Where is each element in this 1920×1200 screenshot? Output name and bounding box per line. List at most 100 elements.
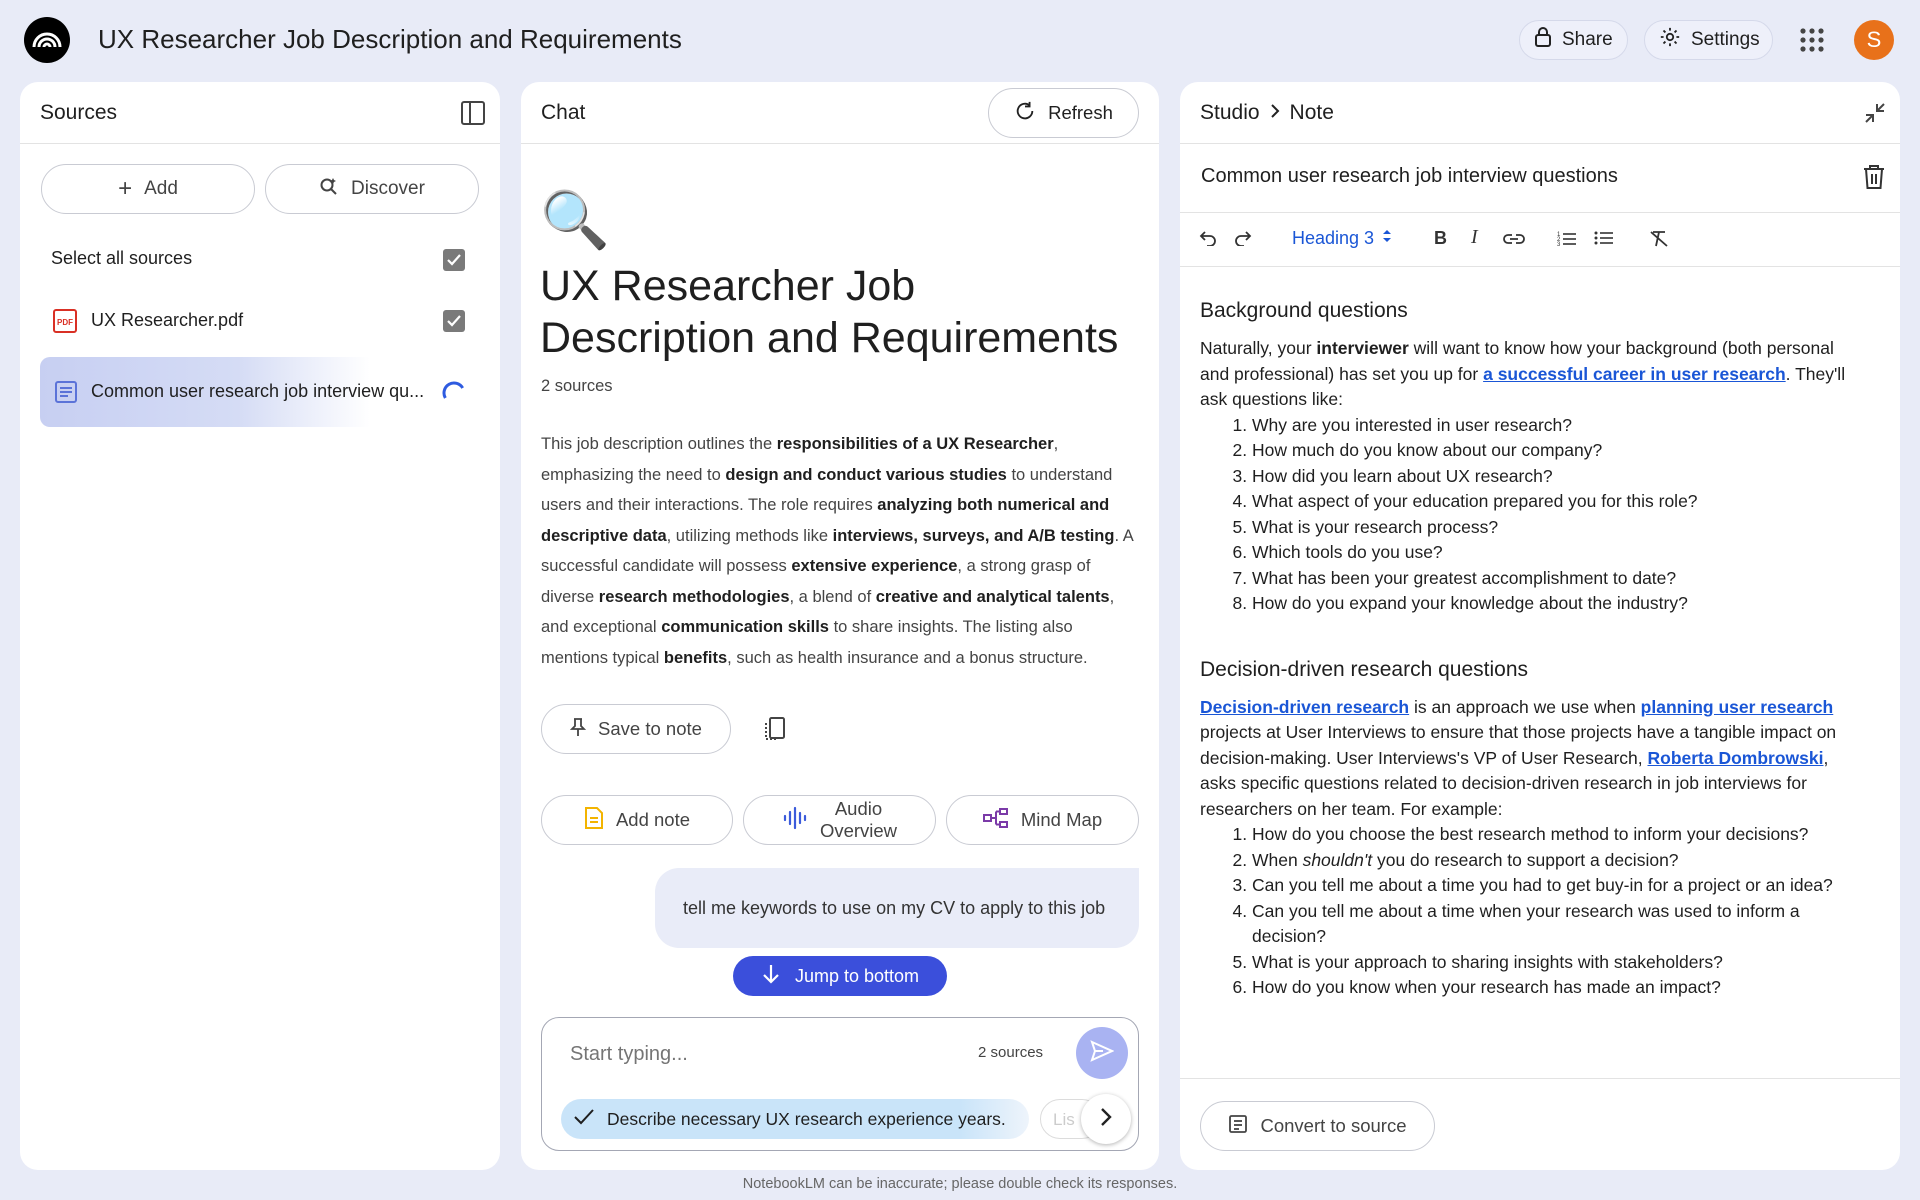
disclaimer: NotebookLM can be inaccurate; please dou… [742,1176,1178,1192]
check-icon [573,1108,595,1131]
redo-icon[interactable] [1234,228,1252,251]
chat-input[interactable] [570,1039,950,1069]
notebooklm-logo-icon[interactable] [24,17,70,63]
link[interactable]: Roberta Dombrowski [1648,748,1824,768]
apps-grid-icon[interactable] [1798,26,1826,54]
notebook-heading: UX Researcher Job Description and Requir… [540,262,1119,362]
list-item: Can you tell me about a time you had to … [1252,873,1860,899]
copy-icon[interactable] [763,716,789,747]
breadcrumb-studio[interactable]: Studio [1200,101,1260,125]
gear-icon [1659,26,1681,54]
document-icon [54,380,78,409]
audio-overview-button[interactable]: Audio Overview [743,795,936,845]
refresh-button[interactable]: Refresh [988,88,1139,138]
audio-wave-icon [782,806,808,835]
section-heading: Background questions [1200,299,1408,322]
notebook-emoji: 🔍 [540,188,610,251]
sources-header: Sources [20,82,500,144]
lock-icon [1534,27,1552,53]
chevron-right-icon [1099,1107,1113,1132]
mind-map-button[interactable]: Mind Map [946,795,1139,845]
heading-select[interactable]: Heading 3 [1292,228,1392,249]
list-item: How do you expand your knowledge about t… [1252,591,1860,617]
plus-icon: + [118,175,133,202]
suggestion-chip[interactable]: Describe necessary UX research experienc… [561,1099,1029,1139]
jump-to-bottom-button[interactable]: Jump to bottom [733,956,947,996]
collapse-panel-icon[interactable] [460,100,486,131]
list-item: How did you learn about UX research? [1252,464,1860,490]
undo-icon[interactable] [1199,228,1217,251]
note-editor[interactable]: Background questions Naturally, your int… [1200,298,1860,1001]
list-item: Can you tell me about a time when your r… [1252,899,1860,950]
source-item-label[interactable]: Common user research job interview qu... [91,381,424,402]
list-item: What aspect of your education prepared y… [1252,489,1860,515]
save-to-note-label: Save to note [598,718,702,739]
sources-panel: Sources [20,82,500,1170]
link[interactable]: planning user research [1641,697,1834,717]
avatar[interactable]: S [1854,20,1894,60]
suggestion-label: Describe necessary UX research experienc… [607,1108,1006,1129]
list-item: When shouldn't you do research to suppor… [1252,848,1860,874]
select-arrows-icon [1382,228,1392,249]
arrow-down-icon [761,963,781,990]
notebook-summary: This job description outlines the respon… [541,435,1133,667]
list-item: How much do you know about our company? [1252,438,1860,464]
bulleted-list-icon[interactable] [1594,230,1614,251]
audio-overview-text: Audio Overview [820,798,897,842]
refresh-label: Refresh [1048,102,1113,123]
divider [1180,212,1900,213]
audio-overview-label-1: Audio [834,798,883,819]
collapse-icon[interactable] [1864,102,1886,129]
next-suggestions-button[interactable] [1081,1094,1131,1144]
list-item: How do you choose the best research meth… [1252,822,1860,848]
refresh-icon [1014,100,1036,127]
share-label: Share [1562,29,1613,50]
send-button[interactable] [1076,1027,1128,1079]
source-checkbox[interactable] [443,310,465,332]
bold-icon[interactable]: B [1434,228,1447,249]
svg-text:3: 3 [1557,242,1561,246]
share-button[interactable]: Share [1519,20,1628,60]
divider [1180,1078,1900,1079]
link[interactable]: a successful career in user research [1483,364,1786,384]
numbered-list-icon[interactable]: 123 [1557,230,1577,251]
svg-text:PDF: PDF [57,318,73,327]
heading-select-label: Heading 3 [1292,228,1375,248]
studio-header: Studio Note [1180,82,1900,144]
save-to-note-button[interactable]: Save to note [541,704,731,754]
link[interactable]: Decision-driven research [1200,697,1409,717]
chevron-right-icon [1270,101,1280,125]
note-icon [584,806,604,835]
discover-label: Discover [351,178,425,199]
source-item-label[interactable]: UX Researcher.pdf [91,310,243,331]
clear-format-icon[interactable] [1649,230,1669,253]
breadcrumb-note: Note [1289,101,1334,124]
discover-button[interactable]: Discover [265,164,479,214]
add-note-label: Add note [615,809,691,830]
sources-title: Sources [40,101,118,124]
audio-overview-label-2: Overview [819,820,898,841]
question-list: How do you choose the best research meth… [1200,822,1860,1001]
note-title[interactable]: Common user research job interview quest… [1201,165,1618,188]
breadcrumb: Studio Note [1200,101,1334,125]
jump-label: Jump to bottom [794,965,920,986]
convert-to-source-button[interactable]: Convert to source [1200,1101,1435,1151]
settings-button[interactable]: Settings [1644,20,1773,60]
pin-icon [569,717,587,742]
add-note-button[interactable]: Add note [541,795,733,845]
section-heading: Decision-driven research questions [1200,657,1528,681]
question-list: Why are you interested in user research?… [1200,413,1860,617]
list-item: Which tools do you use? [1252,540,1860,566]
top-bar: UX Researcher Job Description and Requir… [0,0,1920,80]
trash-icon[interactable] [1863,164,1885,195]
divider [1180,266,1900,267]
add-source-button[interactable]: + Add [41,164,255,214]
list-item: What has been your greatest accomplishme… [1252,566,1860,592]
link-icon[interactable] [1503,230,1525,251]
pdf-icon: PDF [53,309,77,338]
notebook-title[interactable]: UX Researcher Job Description and Requir… [98,24,682,55]
select-all-checkbox[interactable] [443,249,465,271]
input-source-count: 2 sources [978,1044,1044,1061]
list-item: What is your research process? [1252,515,1860,541]
italic-icon[interactable]: I [1471,226,1478,249]
